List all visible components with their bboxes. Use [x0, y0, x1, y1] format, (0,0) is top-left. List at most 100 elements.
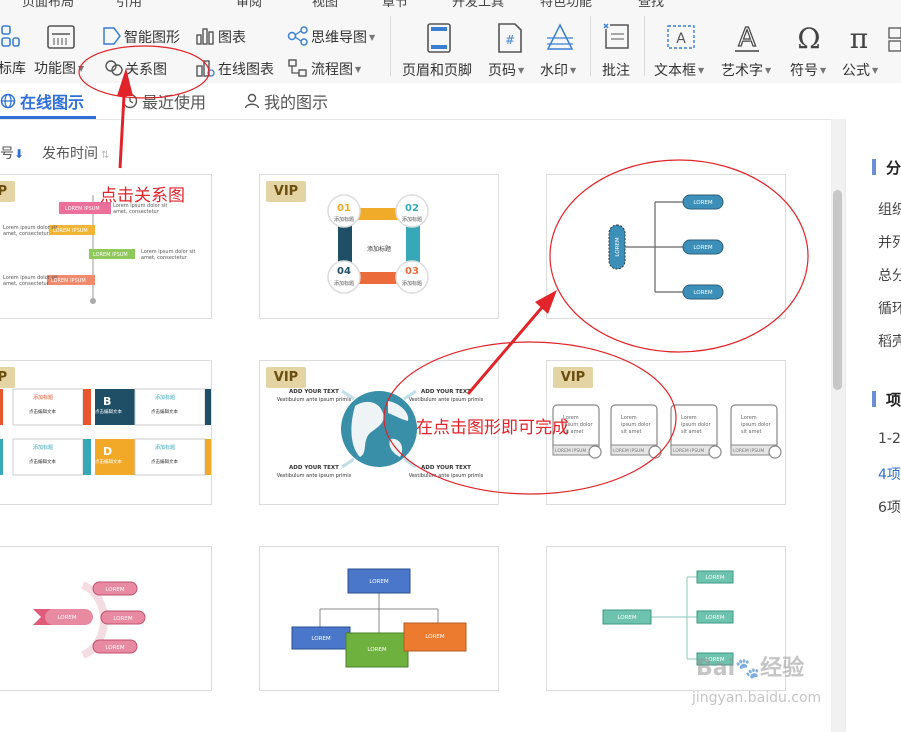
sort-time-label: 发布时间	[42, 146, 98, 162]
block-subtitle: 点击编辑文本	[151, 458, 178, 465]
svg-text:ipsum dolor: ipsum dolor	[621, 422, 651, 428]
filter-panel: 分 组织 并列 总分 循环 稻壳 项 1-2 4项 6项	[845, 119, 901, 732]
diagram-card[interactable]: LOREM LOREM LOREM LOREM	[259, 546, 499, 691]
sort-arrows-icon: ⇅	[101, 150, 110, 161]
formula-button[interactable]: π 公式 ▼	[840, 22, 884, 79]
chart-label: 图表	[218, 30, 246, 46]
symbol-button[interactable]: Ω 符号 ▼	[788, 22, 832, 79]
items-heading: 项	[886, 391, 901, 409]
svg-text:LOREM IPSUM: LOREM IPSUM	[51, 278, 86, 284]
item-count-option-selected[interactable]: 4项	[878, 464, 901, 484]
lorem-label: LOREM	[105, 587, 124, 593]
function-chart-icon	[47, 25, 75, 49]
tab-recent[interactable]: 最近使用	[122, 87, 206, 115]
function-chart-button[interactable]: 功能图 ▼	[34, 22, 92, 77]
svg-text:Lorem: Lorem	[741, 415, 757, 421]
svg-text:sit amet: sit amet	[621, 429, 642, 435]
tab-online-diagrams[interactable]: 在线图示	[0, 87, 84, 115]
chevron-down-icon: ▼	[369, 33, 376, 42]
lorem-ipsum-label: LOREM IPSUM	[613, 448, 644, 454]
svg-text:A: A	[676, 31, 686, 47]
sort-hot-label: 号	[0, 146, 14, 162]
item-count-option[interactable]: 1-2	[878, 431, 901, 447]
pi-icon: π	[850, 22, 868, 54]
comment-button[interactable]: 批注	[598, 22, 638, 79]
step-number: 02	[405, 203, 419, 214]
annotation-click-shape: 在点击图形即可完成	[416, 418, 569, 438]
category-item[interactable]: 并列	[878, 232, 901, 252]
watermark-brand: Bai	[696, 656, 736, 681]
textbox-label: 文本框	[654, 63, 696, 79]
radial-diagram: LOREM LOREM LOREM LOREM	[33, 581, 146, 659]
clock-icon	[122, 93, 138, 109]
four-step-cycle-diagram: 添加标题 01 02 03 04 添加标题 添加标题 添加标题 添加标题	[327, 194, 429, 294]
step-number: 04	[337, 266, 351, 277]
diagram-card[interactable]: VIP Lorem ipsum dolor sit amet Lorem ipsum …	[546, 360, 786, 505]
header-footer-button[interactable]: 页眉和页脚	[398, 22, 482, 79]
watermark-button[interactable]: 水印 ▼	[538, 22, 582, 79]
mindmap-icon	[287, 26, 308, 46]
category-item[interactable]: 总分	[878, 265, 901, 285]
toolbar-divider	[644, 16, 645, 76]
more-tools-icon[interactable]	[888, 26, 901, 52]
page-number-button[interactable]: # 页码 ▼	[488, 22, 532, 79]
relation-chart-label: 关系图	[125, 62, 167, 78]
scrollbar-thumb[interactable]	[833, 190, 842, 390]
watermark-url: jingyan.baidu.com	[692, 690, 822, 706]
formula-label: 公式	[842, 63, 870, 79]
block-title: 添加标题	[33, 444, 53, 451]
menu-item[interactable]: 页面布局	[22, 0, 74, 8]
diagram-card[interactable]: LOREM LOREM LOREM LOREM	[546, 174, 786, 319]
category-item[interactable]: 组织	[878, 199, 901, 219]
block-title: 添加标题	[33, 394, 53, 401]
lorem-label: LOREM	[367, 647, 386, 653]
header-footer-icon	[427, 23, 451, 53]
tab-my-diagrams[interactable]: 我的图示	[244, 87, 328, 115]
app-window: 页面布局 引用 审阅 视图 章节 开发工具 特色功能 查找 标库 功能图 ▼ 智…	[0, 0, 901, 732]
step-label: 添加标题	[402, 216, 422, 223]
sort-by-hot[interactable]: 号⬇	[0, 143, 24, 163]
online-chart-label: 在线图表	[218, 62, 274, 78]
wordart-button[interactable]: A 艺术字 ▼	[718, 22, 776, 79]
watermark-brand-cn: 经验	[760, 656, 805, 681]
item-count-option[interactable]: 6项	[878, 497, 901, 517]
tab-mine-label: 我的图示	[264, 93, 329, 112]
toolbar-divider	[390, 16, 391, 76]
lorem-label: LOREM	[105, 645, 124, 651]
menu-item[interactable]: 特色功能	[540, 0, 592, 8]
textbox-icon: A	[667, 25, 695, 49]
menu-item[interactable]: 开发工具	[452, 0, 504, 8]
svg-text:ipsum dolor: ipsum dolor	[741, 422, 771, 428]
step-label: 添加标题	[334, 280, 354, 287]
svg-text:LOREM IPSUM: LOREM IPSUM	[93, 252, 128, 258]
svg-text:LOREM IPSUM: LOREM IPSUM	[53, 228, 88, 234]
menu-item[interactable]: 引用	[116, 0, 142, 8]
chevron-down-icon: ▼	[765, 66, 772, 75]
lorem-label: LOREM	[705, 615, 724, 621]
diagram-card[interactable]: LOREM LOREM LOREM LOREM	[0, 546, 212, 691]
relation-chart-icon	[105, 60, 123, 76]
icon-library-button[interactable]: 标库	[0, 24, 26, 77]
category-item[interactable]: 循环	[878, 298, 901, 318]
chevron-down-icon: ▼	[872, 66, 879, 75]
textbox-button[interactable]: A 文本框 ▼	[652, 22, 710, 79]
svg-text:#: #	[505, 33, 515, 47]
lorem-label: LOREM	[369, 579, 388, 585]
section-marker	[872, 391, 876, 407]
sort-by-publish-time[interactable]: 发布时间 ⇅	[42, 143, 109, 163]
chevron-down-icon: ▼	[518, 66, 525, 75]
svg-text:Lorem: Lorem	[681, 415, 697, 421]
diagram-card[interactable]: VIP 添加标题 01 02 03 04 添加标题 添加标题 添加标题 添加标题	[259, 174, 499, 319]
diagram-card[interactable]: VIP B D 添加标题 添加标题 添加标题 添加标题	[0, 360, 212, 505]
globe-subtext: Vestibulum ante ipsum primis	[409, 473, 484, 479]
menu-item[interactable]: 视图	[312, 0, 338, 8]
menu-item[interactable]: 章节	[382, 0, 408, 8]
wordart-icon: A	[735, 22, 759, 54]
category-item[interactable]: 稻壳	[878, 331, 901, 351]
org-chart-diagram: LOREM LOREM LOREM LOREM	[291, 568, 467, 668]
page-number-icon: #	[498, 23, 522, 53]
menu-item[interactable]: 查找	[638, 0, 664, 8]
comment-label: 批注	[602, 63, 630, 79]
menu-item[interactable]: 审阅	[236, 0, 262, 8]
menu-bar: 页面布局 引用 审阅 视图 章节 开发工具 特色功能 查找	[0, 0, 901, 8]
